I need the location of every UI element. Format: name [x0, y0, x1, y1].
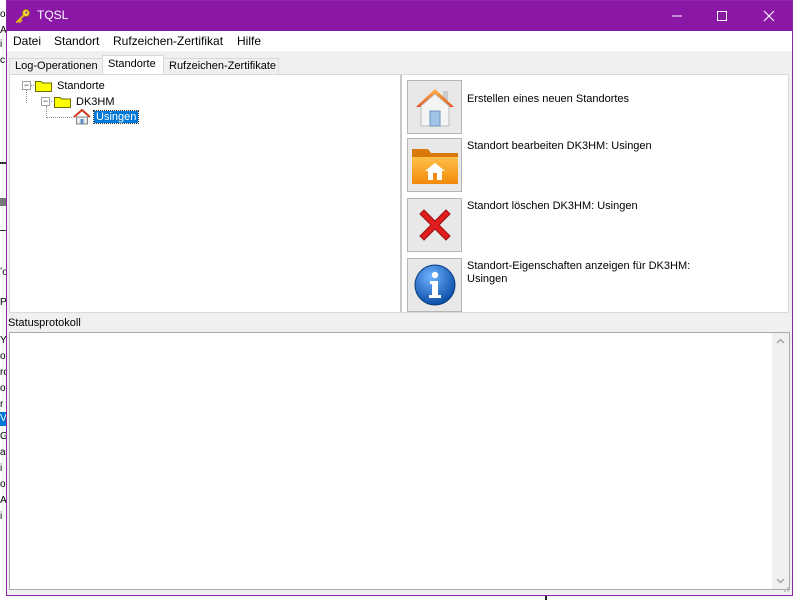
bg-text: i	[0, 511, 3, 522]
tab-log-operationen[interactable]: Log-Operationen	[9, 58, 103, 75]
bg-text: a	[0, 447, 6, 458]
tqsl-window: TQSL Datei Standort Rufzeichen-Zertifika…	[6, 0, 793, 596]
status-log[interactable]	[9, 332, 790, 590]
create-location-label: Erstellen eines neuen Standortes	[467, 93, 630, 105]
action-list: Erstellen eines neuen Standortes Standor…	[403, 75, 788, 312]
bg-text: o	[0, 351, 6, 362]
menu-rufzeichen-zertifikat[interactable]: Rufzeichen-Zertifikat	[113, 34, 223, 48]
menu-bar: Datei Standort Rufzeichen-Zertifikat Hil…	[7, 31, 792, 51]
location-properties-button[interactable]	[407, 258, 462, 312]
bg-text: o	[0, 479, 6, 490]
bg-text: o	[0, 383, 6, 394]
title-bar[interactable]: TQSL	[7, 1, 792, 31]
minimize-button[interactable]	[654, 1, 700, 31]
tree-node-dk3hm[interactable]: DK3HM	[54, 94, 117, 109]
status-log-scrollbar[interactable]	[772, 333, 789, 589]
edit-location-button[interactable]	[407, 138, 462, 192]
folder-icon	[54, 96, 71, 108]
maximize-icon	[717, 11, 727, 21]
folder-icon	[35, 80, 52, 92]
info-icon	[414, 264, 455, 306]
collapse-toggle-standorte[interactable]: −	[22, 81, 31, 90]
location-tree: − Standorte − DK3HM Usingen	[10, 75, 399, 312]
delete-location-label: Standort löschen DK3HM: Usingen	[467, 200, 638, 212]
bg-text: i	[0, 39, 3, 50]
bg-text: r	[0, 399, 4, 410]
scroll-up-arrow-icon[interactable]	[772, 333, 789, 350]
resize-grip-icon[interactable]	[780, 583, 790, 593]
house-icon	[73, 108, 91, 125]
bg-text: i	[0, 463, 3, 474]
tree-label: DK3HM	[76, 95, 115, 108]
tree-node-usingen[interactable]: Usingen	[73, 108, 140, 125]
close-icon	[763, 10, 775, 22]
tree-node-standorte[interactable]: Standorte	[35, 78, 107, 93]
standorte-panel: − Standorte − DK3HM Usingen Erstellen ei…	[9, 74, 789, 313]
collapse-toggle-dk3hm[interactable]: −	[41, 97, 50, 106]
menu-hilfe[interactable]: Hilfe	[237, 34, 261, 48]
tab-standorte[interactable]: Standorte	[102, 55, 164, 75]
background-window-edge	[793, 0, 798, 600]
tab-bar: Log-Operationen Standorte Rufzeichen-Zer…	[7, 51, 792, 75]
red-x-icon	[418, 209, 451, 241]
menu-datei[interactable]: Datei	[13, 34, 41, 48]
tab-rufzeichen-zertifikate[interactable]: Rufzeichen-Zertifikate	[163, 58, 279, 75]
tree-label-selected: Usingen	[92, 109, 140, 124]
house-icon	[415, 89, 454, 127]
bg-text: o	[0, 9, 6, 20]
bg-text: c	[0, 55, 5, 66]
close-button[interactable]	[746, 1, 792, 31]
create-location-button[interactable]	[407, 80, 462, 134]
status-log-label: Statusprotokoll	[8, 317, 81, 329]
folder-house-icon	[411, 149, 458, 184]
panel-splitter[interactable]	[400, 75, 402, 312]
tree-label: Standorte	[57, 79, 105, 92]
delete-location-button[interactable]	[407, 198, 462, 252]
location-properties-label: Standort-Eigenschaften anzeigen für DK3H…	[467, 260, 691, 285]
key-icon	[15, 8, 31, 24]
maximize-button[interactable]	[699, 1, 745, 31]
window-title: TQSL	[37, 8, 69, 22]
edit-location-label: Standort bearbeiten DK3HM: Usingen	[467, 140, 652, 152]
menu-standort[interactable]: Standort	[54, 34, 99, 48]
minimize-icon	[672, 15, 682, 17]
